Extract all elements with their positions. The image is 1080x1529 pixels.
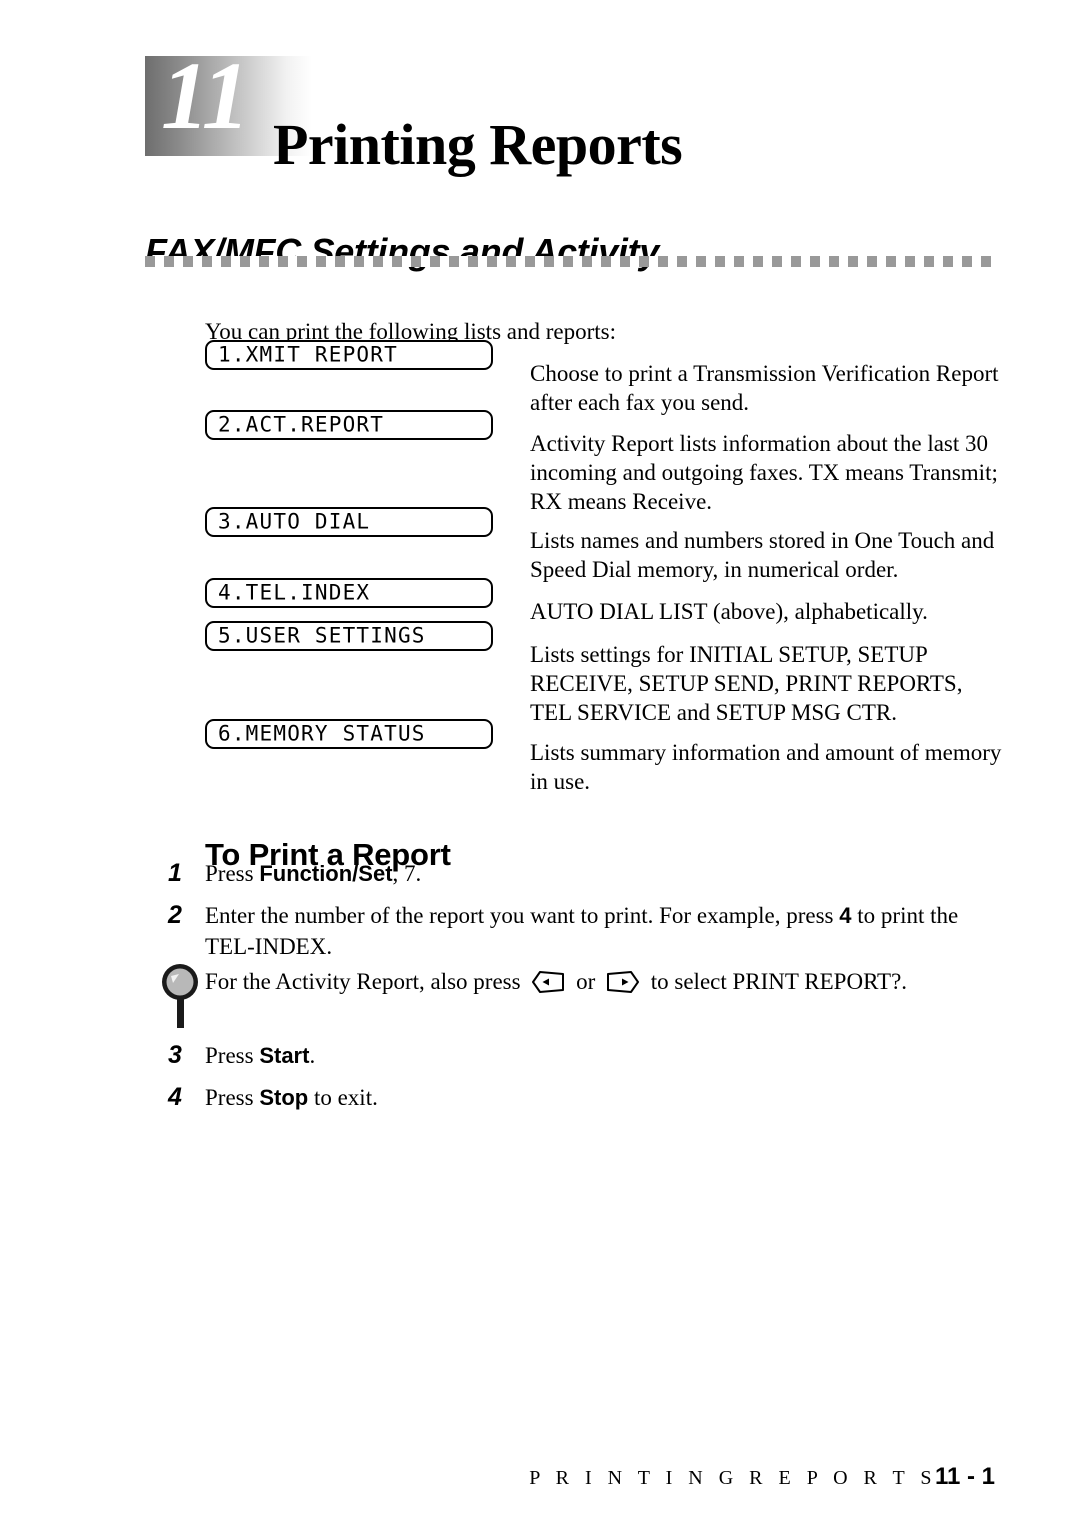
arrow-right-key-icon <box>607 971 639 993</box>
note-text-middle: or <box>570 969 601 994</box>
report-description-tel-index: AUTO DIAL LIST (above), alphabetically. <box>530 599 928 624</box>
step-text-before: Press <box>205 861 260 886</box>
step-text: Press Start. <box>205 1040 1005 1071</box>
section-heading: FAX/MFC Settings and Activity <box>145 230 660 272</box>
step-text-after: , 7. <box>392 861 422 886</box>
lcd-display-act-report: 2.ACT.REPORT <box>205 410 493 440</box>
report-description-user-settings: Lists settings for INITIAL SETUP, SETUP … <box>530 642 963 725</box>
chapter-banner: 11 Printing Reports <box>145 46 1005 176</box>
lcd-display-xmit-report: 1.XMIT REPORT <box>205 340 493 370</box>
step-text-before: Press <box>205 1085 260 1110</box>
step-text-after: to exit. <box>308 1085 378 1110</box>
lcd-label: 3.AUTO DIAL <box>218 509 371 534</box>
section-divider-dotted-rule <box>145 256 991 267</box>
report-description-memory-status: Lists summary information and amount of … <box>530 740 1002 794</box>
step-text: Press Function/Set, 7. <box>205 858 1005 889</box>
lcd-display-user-settings: 5.USER SETTINGS <box>205 621 493 651</box>
key-label-start: Start <box>259 1043 310 1068</box>
step-number: 2 <box>168 901 182 929</box>
report-description-auto-dial: Lists names and numbers stored in One To… <box>530 528 995 582</box>
step-number: 4 <box>168 1083 182 1111</box>
page-footer: P R I N T I N G R E P O R T S 11 - 1 <box>0 1463 1080 1504</box>
step-text: Enter the number of the report you want … <box>205 900 1005 962</box>
key-label-function-set: Function/Set <box>259 861 393 886</box>
step-text-before: Enter the number of the report you want … <box>205 903 840 928</box>
report-description-act-report: Activity Report lists information about … <box>530 431 998 514</box>
step-number: 1 <box>168 859 182 887</box>
key-label-four: 4 <box>839 903 852 928</box>
step-text-after: . <box>309 1043 316 1068</box>
footer-chapter-name: P R I N T I N G R E P O R T S <box>529 1467 937 1489</box>
step-text: Press Stop to exit. <box>205 1082 1005 1113</box>
note-text-before: For the Activity Report, also press <box>205 969 527 994</box>
note-text: For the Activity Report, also press or t… <box>205 966 907 997</box>
chapter-number: 11 <box>161 42 250 149</box>
note-text-after: to select PRINT REPORT?. <box>645 969 908 994</box>
lcd-label: 5.USER SETTINGS <box>218 623 426 648</box>
arrow-left-key-icon <box>532 971 565 993</box>
step-number: 3 <box>168 1041 182 1069</box>
magnifier-pin-icon <box>162 964 198 1028</box>
step-text-before: Press <box>205 1043 260 1068</box>
lcd-label: 2.ACT.REPORT <box>218 412 385 437</box>
report-description-xmit-report: Choose to print a Transmission Verificat… <box>530 361 999 415</box>
lcd-label: 4.TEL.INDEX <box>218 580 371 605</box>
lcd-display-tel-index: 4.TEL.INDEX <box>205 578 493 608</box>
lcd-label: 6.MEMORY STATUS <box>218 721 426 746</box>
lcd-display-memory-status: 6.MEMORY STATUS <box>205 719 493 749</box>
lcd-display-auto-dial: 3.AUTO DIAL <box>205 507 493 537</box>
footer-page-number: 11 - 1 <box>934 1463 995 1490</box>
lcd-label: 1.XMIT REPORT <box>218 342 398 367</box>
note-callout: For the Activity Report, also press or t… <box>160 962 1010 1028</box>
page-title: Printing Reports <box>273 111 683 177</box>
key-label-stop: Stop <box>259 1085 309 1110</box>
